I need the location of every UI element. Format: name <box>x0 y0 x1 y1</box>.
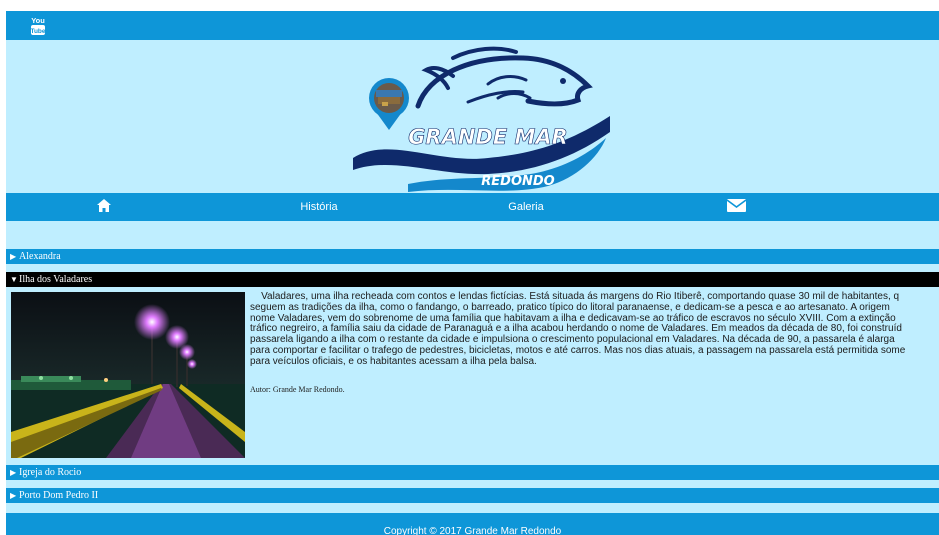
expand-arrow-icon: ▶ <box>10 491 17 500</box>
copyright-text: Copyright © 2017 Grande Mar Redondo <box>383 526 562 535</box>
accordion-alexandra[interactable]: ▶ Alexandra <box>6 249 939 264</box>
nav-historia[interactable]: História <box>239 193 399 221</box>
svg-text:You: You <box>31 16 45 25</box>
article-text: Valadares, uma ilha recheada com contos … <box>250 291 939 368</box>
nav-contact[interactable] <box>656 193 816 221</box>
svg-text:GRANDE MAR: GRANDE MAR <box>408 125 568 149</box>
article-line: seguem as tradições da ilha, como o fand… <box>250 301 890 313</box>
expand-arrow-icon: ▶ <box>10 252 17 261</box>
grande-mar-redondo-logo[interactable]: GRANDE MAR REDONDO <box>348 46 610 194</box>
footer: Copyright © 2017 Grande Mar Redondo <box>6 513 939 535</box>
youtube-icon[interactable]: You Tube <box>30 15 46 36</box>
page: You Tube GRANDE MAR REDONDO História Gal… <box>6 11 939 535</box>
top-bar: You Tube <box>6 11 939 40</box>
svg-text:Tube: Tube <box>30 28 45 35</box>
accordion-label: Igreja do Rocio <box>19 467 82 478</box>
main-nav: História Galeria <box>6 193 939 221</box>
nav-home[interactable] <box>24 193 184 221</box>
accordion-label: Ilha dos Valadares <box>19 274 93 285</box>
collapse-arrow-icon: ▼ <box>10 275 18 284</box>
accordion-panel-valadares: Valadares, uma ilha recheada com contos … <box>6 289 939 461</box>
expand-arrow-icon: ▶ <box>10 468 17 477</box>
article-author: Autor: Grande Mar Redondo. <box>250 385 345 394</box>
home-icon <box>97 199 111 213</box>
svg-text:REDONDO: REDONDO <box>481 174 554 189</box>
accordion-label: Alexandra <box>19 251 61 262</box>
nav-galeria[interactable]: Galeria <box>446 193 606 221</box>
accordion-ilha-dos-valadares[interactable]: ▼Ilha dos Valadares <box>6 272 939 287</box>
article-line: para veículos oficiais, e os habitantes … <box>250 355 537 367</box>
night-bridge-photo <box>11 292 245 458</box>
accordion-igreja-do-rocio[interactable]: ▶ Igreja do Rocio <box>6 465 939 480</box>
header-logo-area: GRANDE MAR REDONDO <box>6 40 939 193</box>
accordion-porto-dom-pedro-ii[interactable]: ▶ Porto Dom Pedro II <box>6 488 939 503</box>
envelope-icon <box>726 199 746 213</box>
accordion-label: Porto Dom Pedro II <box>19 490 99 501</box>
